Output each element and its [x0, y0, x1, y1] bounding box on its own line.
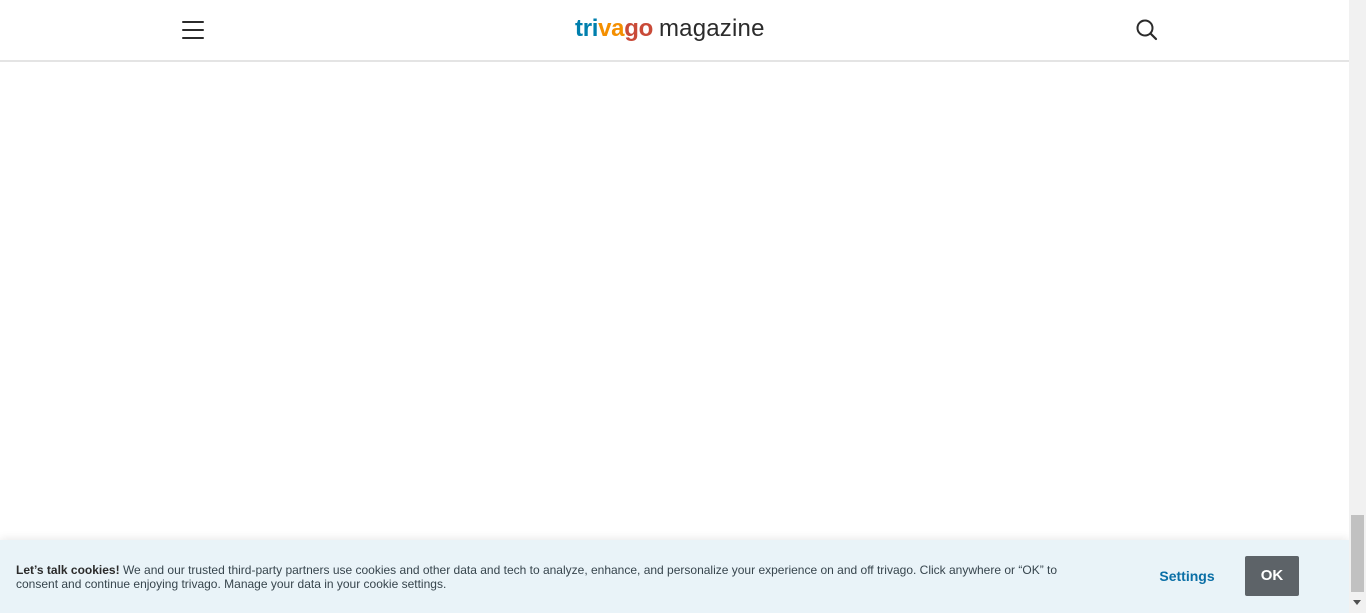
cookie-banner[interactable]: Let’s talk cookies! We and our trusted t…	[0, 540, 1349, 613]
cookie-body: We and our trusted third-party partners …	[16, 563, 1058, 591]
cookie-message: Let’s talk cookies! We and our trusted t…	[16, 563, 1086, 591]
search-icon[interactable]	[1134, 17, 1160, 43]
logo-brand: trivago	[575, 15, 653, 42]
cookie-ok-button[interactable]: OK	[1245, 556, 1299, 596]
logo-suffix: magazine	[658, 15, 765, 42]
hamburger-menu-icon[interactable]	[178, 16, 208, 44]
logo-part-go: go	[624, 15, 653, 42]
cookie-settings-button[interactable]: Settings	[1150, 556, 1224, 596]
scrollbar-thumb[interactable]	[1351, 515, 1364, 592]
logo-part-va: va	[598, 15, 625, 42]
scroll-down-arrow-icon[interactable]	[1353, 600, 1361, 605]
menu-bar	[182, 29, 204, 31]
page-viewport: trivago magazine Let’s talk cookies! We a…	[0, 0, 1349, 613]
vertical-scrollbar[interactable]	[1349, 0, 1366, 613]
cookie-title: Let’s talk cookies!	[16, 563, 120, 577]
site-header: trivago magazine	[0, 0, 1349, 62]
logo-part-tri: tri	[575, 15, 599, 42]
menu-bar	[182, 37, 204, 39]
menu-bar	[182, 21, 204, 23]
trivago-magazine-logo[interactable]: trivago magazine	[575, 12, 765, 46]
